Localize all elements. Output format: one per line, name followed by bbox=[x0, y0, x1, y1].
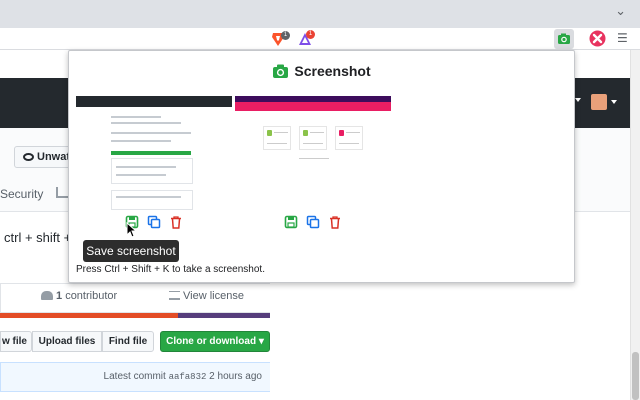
view-license-link[interactable]: View license bbox=[169, 290, 244, 302]
contributors-link[interactable]: 1 contributor bbox=[41, 290, 117, 302]
find-file-button[interactable]: Find file bbox=[102, 331, 154, 352]
language-segment bbox=[0, 313, 178, 318]
law-icon bbox=[169, 291, 180, 300]
thumbnail-line bbox=[299, 158, 329, 159]
save-tooltip: Save screenshot bbox=[83, 240, 179, 262]
thumbnail-line bbox=[274, 132, 288, 133]
thumbnail-line bbox=[339, 143, 359, 144]
brave-shields-count: 1 bbox=[281, 31, 290, 40]
camera-icon bbox=[273, 64, 289, 78]
thumbnail-line bbox=[346, 132, 360, 133]
save-icon[interactable] bbox=[284, 215, 298, 229]
create-dropdown-chevron-icon[interactable] bbox=[575, 98, 581, 102]
thumbnail-line bbox=[116, 174, 166, 176]
thumbnail-line bbox=[111, 132, 191, 134]
thumbnail-card bbox=[263, 126, 291, 150]
repo-stats: 1 contributor View license bbox=[0, 283, 270, 313]
thumbnail-line bbox=[116, 166, 176, 168]
brave-rewards-count: 1 bbox=[306, 30, 315, 39]
caret-down-icon: ▾ bbox=[258, 336, 264, 347]
screenshot-thumbnail[interactable] bbox=[76, 96, 232, 210]
screenshot-popup: Screenshot Save screenshot Press Ctrl + … bbox=[68, 50, 575, 283]
view-license-label: View license bbox=[183, 290, 244, 302]
latest-commit-bar: Latest commit aafa832 2 hours ago bbox=[0, 362, 270, 392]
clone-label: Clone or download bbox=[166, 336, 257, 347]
thumbnail-line bbox=[111, 122, 181, 124]
scrollbar-thumb[interactable] bbox=[632, 352, 639, 400]
thumbnail-line bbox=[111, 116, 161, 118]
avatar[interactable] bbox=[591, 94, 607, 110]
thumbnail-dot bbox=[267, 130, 272, 136]
thumbnail-dot bbox=[303, 130, 308, 136]
popup-title: Screenshot bbox=[69, 63, 574, 79]
copy-icon[interactable] bbox=[147, 215, 161, 229]
thumbnail-header bbox=[76, 96, 232, 107]
clone-or-download-button[interactable]: Clone or download ▾ bbox=[160, 331, 270, 352]
thumbnail-line bbox=[116, 196, 181, 198]
thumbnail-line bbox=[111, 140, 171, 142]
tab-strip: ⌄ bbox=[0, 0, 640, 28]
copy-icon[interactable] bbox=[306, 215, 320, 229]
thumbnail-box bbox=[111, 190, 193, 210]
commit-sha-link[interactable]: aafa832 bbox=[169, 372, 207, 382]
thumbnail-line bbox=[267, 143, 287, 144]
commit-time: 2 hours ago bbox=[209, 371, 262, 382]
thumbnail-card bbox=[335, 126, 363, 150]
tab-security[interactable]: Security bbox=[0, 187, 43, 201]
screenshot-thumbnail[interactable] bbox=[235, 96, 391, 210]
menu-icon[interactable]: ☰ bbox=[617, 31, 628, 45]
thumbnail-bar bbox=[111, 151, 191, 155]
language-segment bbox=[178, 313, 270, 318]
screenshot-extension-icon[interactable] bbox=[554, 29, 574, 49]
thumbnail-dot bbox=[339, 130, 344, 136]
contributor-count: 1 bbox=[56, 290, 63, 302]
language-bar[interactable] bbox=[0, 313, 270, 318]
mouse-cursor-icon bbox=[126, 222, 137, 238]
contributor-label: contributor bbox=[65, 290, 118, 302]
eye-icon bbox=[23, 153, 34, 161]
thumbnail-line bbox=[303, 143, 323, 144]
people-icon bbox=[41, 291, 53, 300]
tab-search-chevron-icon[interactable]: ⌄ bbox=[615, 4, 626, 19]
latest-commit-info: Latest commit aafa832 2 hours ago bbox=[104, 371, 262, 382]
avatar-chevron-icon[interactable] bbox=[611, 100, 617, 104]
thumbnail-box bbox=[111, 158, 193, 184]
thumbnail-banner bbox=[235, 102, 391, 111]
thumbnail-line bbox=[310, 132, 324, 133]
latest-commit-label: Latest commit bbox=[103, 371, 166, 382]
browser-toolbar: 1 1 ☰ bbox=[0, 28, 640, 50]
graph-icon[interactable] bbox=[56, 187, 68, 198]
create-new-file-button[interactable]: w file bbox=[0, 331, 32, 352]
popup-title-text: Screenshot bbox=[294, 63, 371, 79]
delete-icon[interactable] bbox=[328, 215, 342, 229]
delete-icon[interactable] bbox=[169, 215, 183, 229]
page-scrollbar[interactable] bbox=[630, 50, 640, 400]
thumbnail-card bbox=[299, 126, 327, 150]
shortcut-hint: Press Ctrl + Shift + K to take a screens… bbox=[76, 264, 265, 275]
address-bar[interactable] bbox=[0, 30, 295, 48]
x-extension-icon[interactable] bbox=[589, 30, 606, 47]
upload-files-button[interactable]: Upload files bbox=[32, 331, 102, 352]
